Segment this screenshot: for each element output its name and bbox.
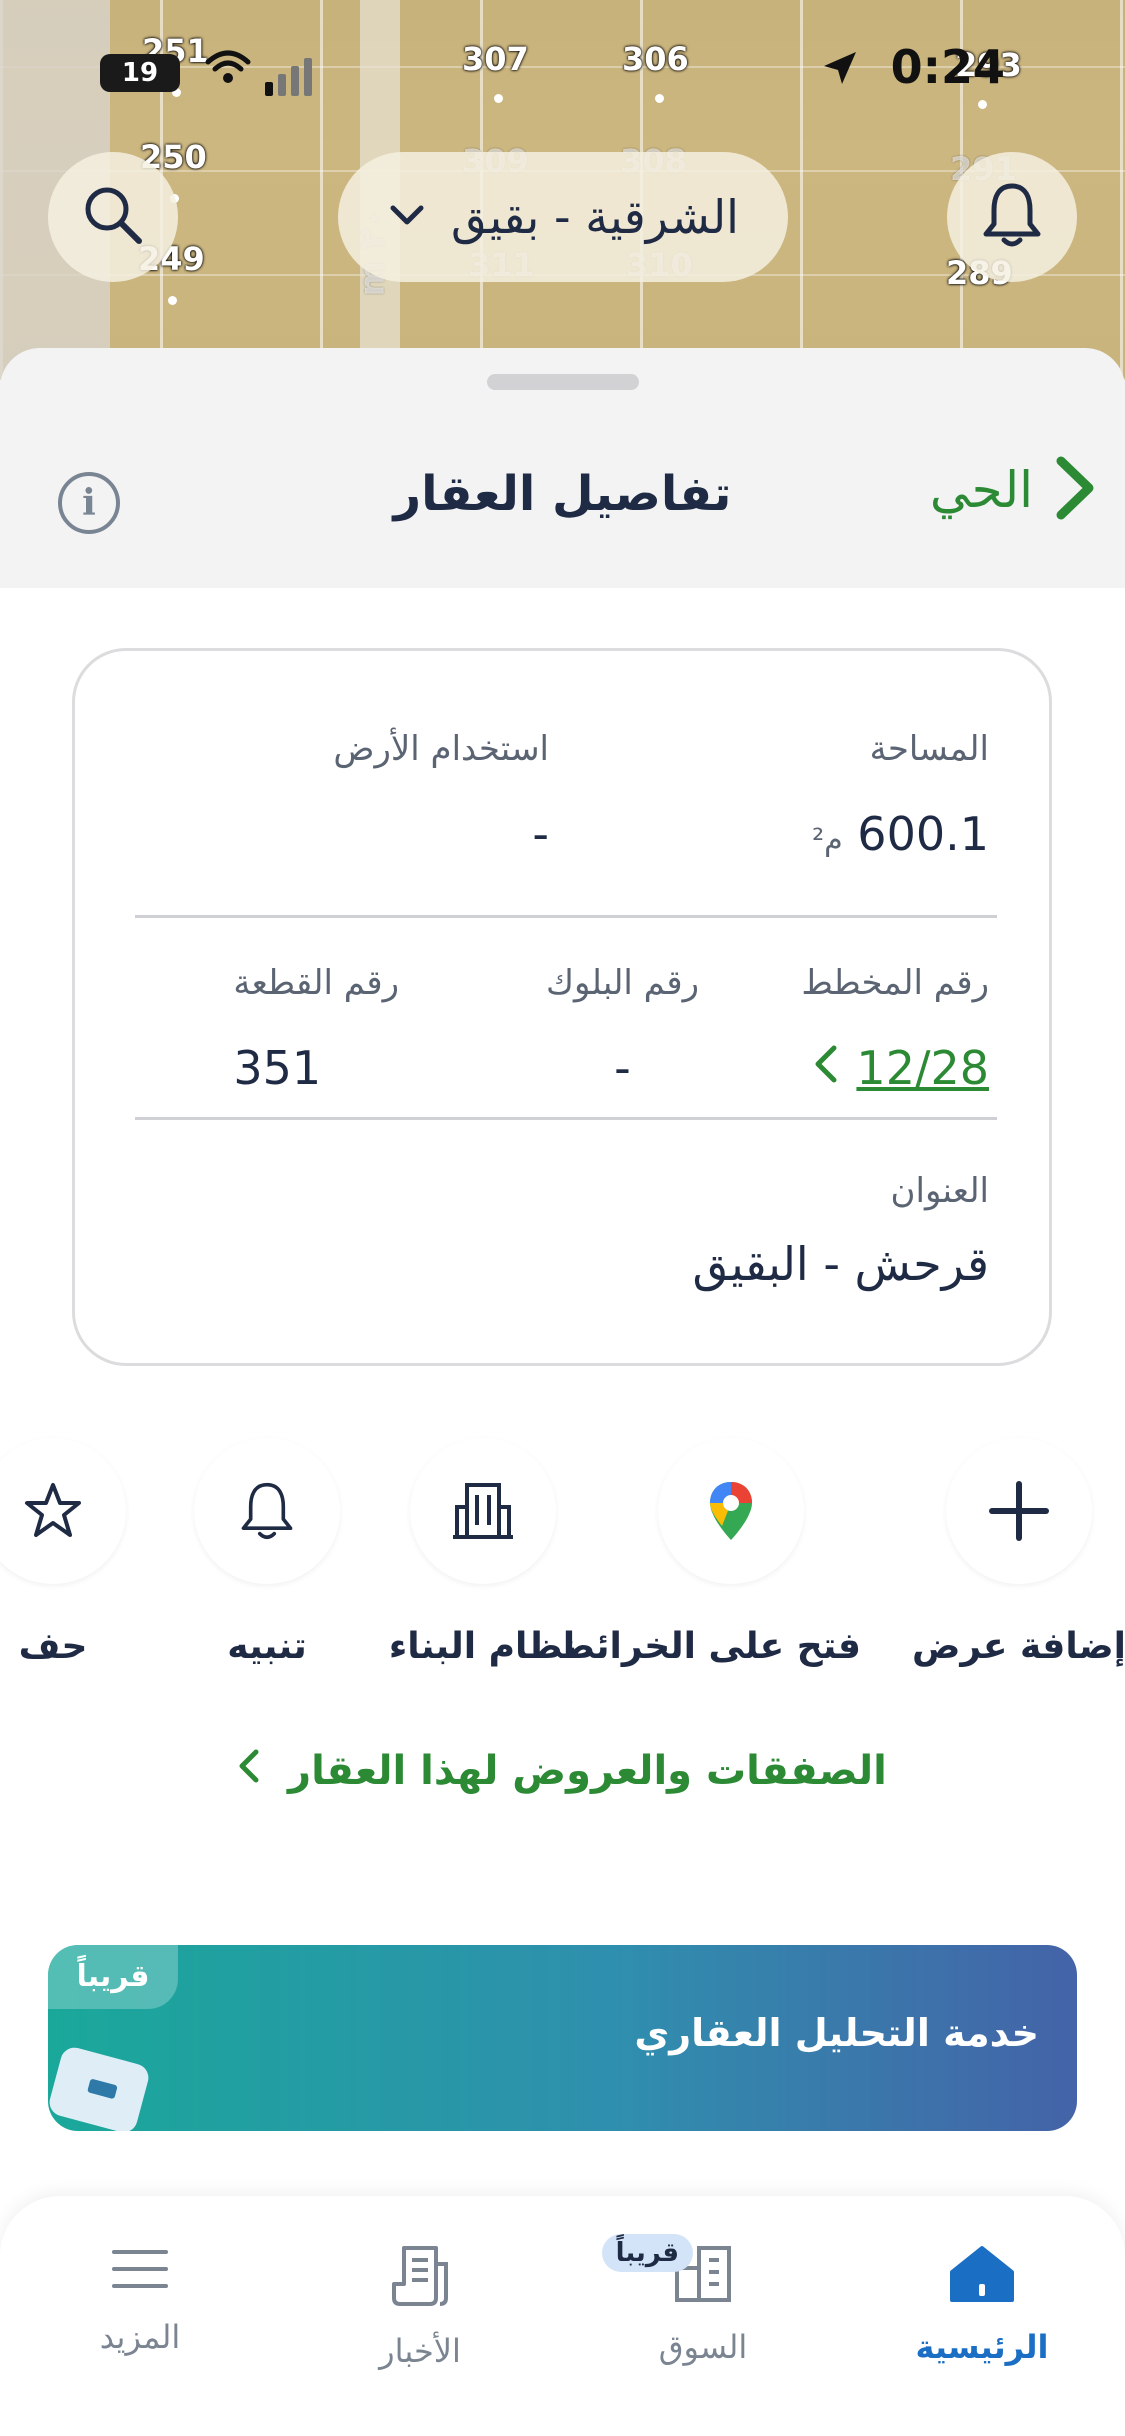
bell-icon xyxy=(194,1438,340,1584)
quick-actions: إضافة عرض فتح على الخرائط نظام البناء تن… xyxy=(0,1438,1125,1698)
plot-number-label: رقم القطعة xyxy=(233,963,399,1003)
market-icon xyxy=(671,2246,735,2308)
plan-number-label: رقم المخطط xyxy=(801,963,989,1003)
building-code-label: نظام البناء xyxy=(388,1626,578,1667)
land-use-field: استخدام الأرض - xyxy=(333,729,549,861)
building-icon xyxy=(410,1438,556,1584)
address-label: العنوان xyxy=(890,1171,989,1211)
area-unit: م² xyxy=(812,823,843,858)
search-icon xyxy=(81,183,145,251)
nav-news[interactable]: الأخبار xyxy=(320,2244,520,2370)
add-offer-label: إضافة عرض xyxy=(912,1626,1125,1667)
region-selector-label: الشرقية - بقيق xyxy=(451,190,739,244)
chevron-left-icon xyxy=(814,1041,838,1095)
status-bar: 19 0:24 xyxy=(0,40,1125,110)
plus-icon xyxy=(946,1438,1092,1584)
plan-number-value[interactable]: 12/28 xyxy=(856,1041,989,1095)
block-number-label: رقم البلوك xyxy=(545,963,699,1003)
analysis-service-banner[interactable]: قريباً خدمة التحليل العقاري xyxy=(48,1945,1077,2131)
plot-number-field: رقم القطعة 351 xyxy=(233,963,399,1095)
nav-market[interactable]: قريباً السوق xyxy=(601,2234,803,2366)
plot-number-value: 351 xyxy=(233,1041,322,1095)
location-arrow-icon xyxy=(820,48,860,97)
coming-soon-badge: قريباً xyxy=(601,2234,693,2272)
signal-icon xyxy=(265,58,312,96)
area-value: 600.1 xyxy=(857,807,989,861)
notifications-button[interactable] xyxy=(947,152,1077,282)
nav-home-label: الرئيسية xyxy=(915,2328,1049,2366)
nav-news-label: الأخبار xyxy=(379,2332,461,2370)
alert-label: تنبيه xyxy=(227,1626,307,1667)
block-number-field: رقم البلوك - xyxy=(546,963,699,1095)
google-maps-pin-icon xyxy=(658,1438,804,1584)
area-value-row: 600.1 م² xyxy=(812,807,989,861)
clock: 0:24 xyxy=(890,40,1005,94)
address-field: العنوان قرحش - البقيق xyxy=(693,1171,989,1291)
building-code-button[interactable]: نظام البناء xyxy=(373,1438,593,1667)
sheet-content: المساحة 600.1 م² استخدام الأرض - رقم الم… xyxy=(0,588,1125,2436)
property-deals-link[interactable]: الصفقات والعروض لهذا العقار xyxy=(0,1748,1125,1794)
block-number-value: - xyxy=(614,1041,631,1095)
search-button[interactable] xyxy=(48,152,178,282)
plan-number-field: رقم المخطط 12/28 xyxy=(801,963,989,1095)
info-icon[interactable]: i xyxy=(58,472,120,534)
land-use-value: - xyxy=(532,807,549,861)
nav-more[interactable]: المزيد xyxy=(40,2244,240,2356)
area-field: المساحة 600.1 م² xyxy=(812,729,989,861)
chevron-down-icon xyxy=(387,194,427,240)
sheet-drag-handle[interactable] xyxy=(487,374,639,390)
star-icon xyxy=(0,1438,126,1584)
nav-home[interactable]: الرئيسية xyxy=(882,2244,1082,2366)
region-selector[interactable]: الشرقية - بقيق xyxy=(338,152,788,282)
nav-more-label: المزيد xyxy=(99,2318,181,2356)
news-icon xyxy=(390,2246,450,2312)
property-details-card: المساحة 600.1 م² استخدام الأرض - رقم الم… xyxy=(72,648,1052,1366)
coming-soon-badge: قريباً xyxy=(48,1945,178,2009)
card-illustration-icon xyxy=(48,2044,152,2131)
parcel-marker xyxy=(168,296,177,305)
save-favorite-button[interactable]: حف xyxy=(0,1438,163,1667)
chevron-left-icon xyxy=(238,1748,260,1794)
banner-title: خدمة التحليل العقاري xyxy=(634,2011,1039,2055)
battery-icon: 19 xyxy=(100,54,180,92)
divider xyxy=(135,915,997,918)
bottom-navigation: الرئيسية قريباً السوق الأخبار المزيد xyxy=(0,2196,1125,2436)
sheet-header: الحي تفاصيل العقار i xyxy=(0,408,1125,588)
nav-market-label: السوق xyxy=(658,2328,748,2366)
area-label: المساحة xyxy=(869,729,989,769)
plan-number-link[interactable]: 12/28 xyxy=(801,1041,989,1095)
page-title: تفاصيل العقار xyxy=(393,466,732,522)
address-value: قرحش - البقيق xyxy=(692,1237,989,1291)
property-details-sheet: الحي تفاصيل العقار i المساحة 600.1 م² اس… xyxy=(0,348,1125,2436)
add-offer-button[interactable]: إضافة عرض xyxy=(909,1438,1125,1667)
home-icon xyxy=(948,2246,1016,2308)
land-use-label: استخدام الأرض xyxy=(333,729,549,769)
alert-button[interactable]: تنبيه xyxy=(157,1438,377,1667)
bell-icon xyxy=(980,180,1044,254)
wifi-icon xyxy=(205,50,251,96)
save-favorite-label: حف xyxy=(18,1626,88,1667)
menu-icon xyxy=(110,2250,170,2298)
deals-link-label: الصفقات والعروض لهذا العقار xyxy=(288,1748,887,1794)
open-in-maps-button[interactable]: فتح على الخرائط xyxy=(557,1438,861,1667)
divider xyxy=(135,1117,997,1120)
open-in-maps-label: فتح على الخرائط xyxy=(557,1626,861,1667)
